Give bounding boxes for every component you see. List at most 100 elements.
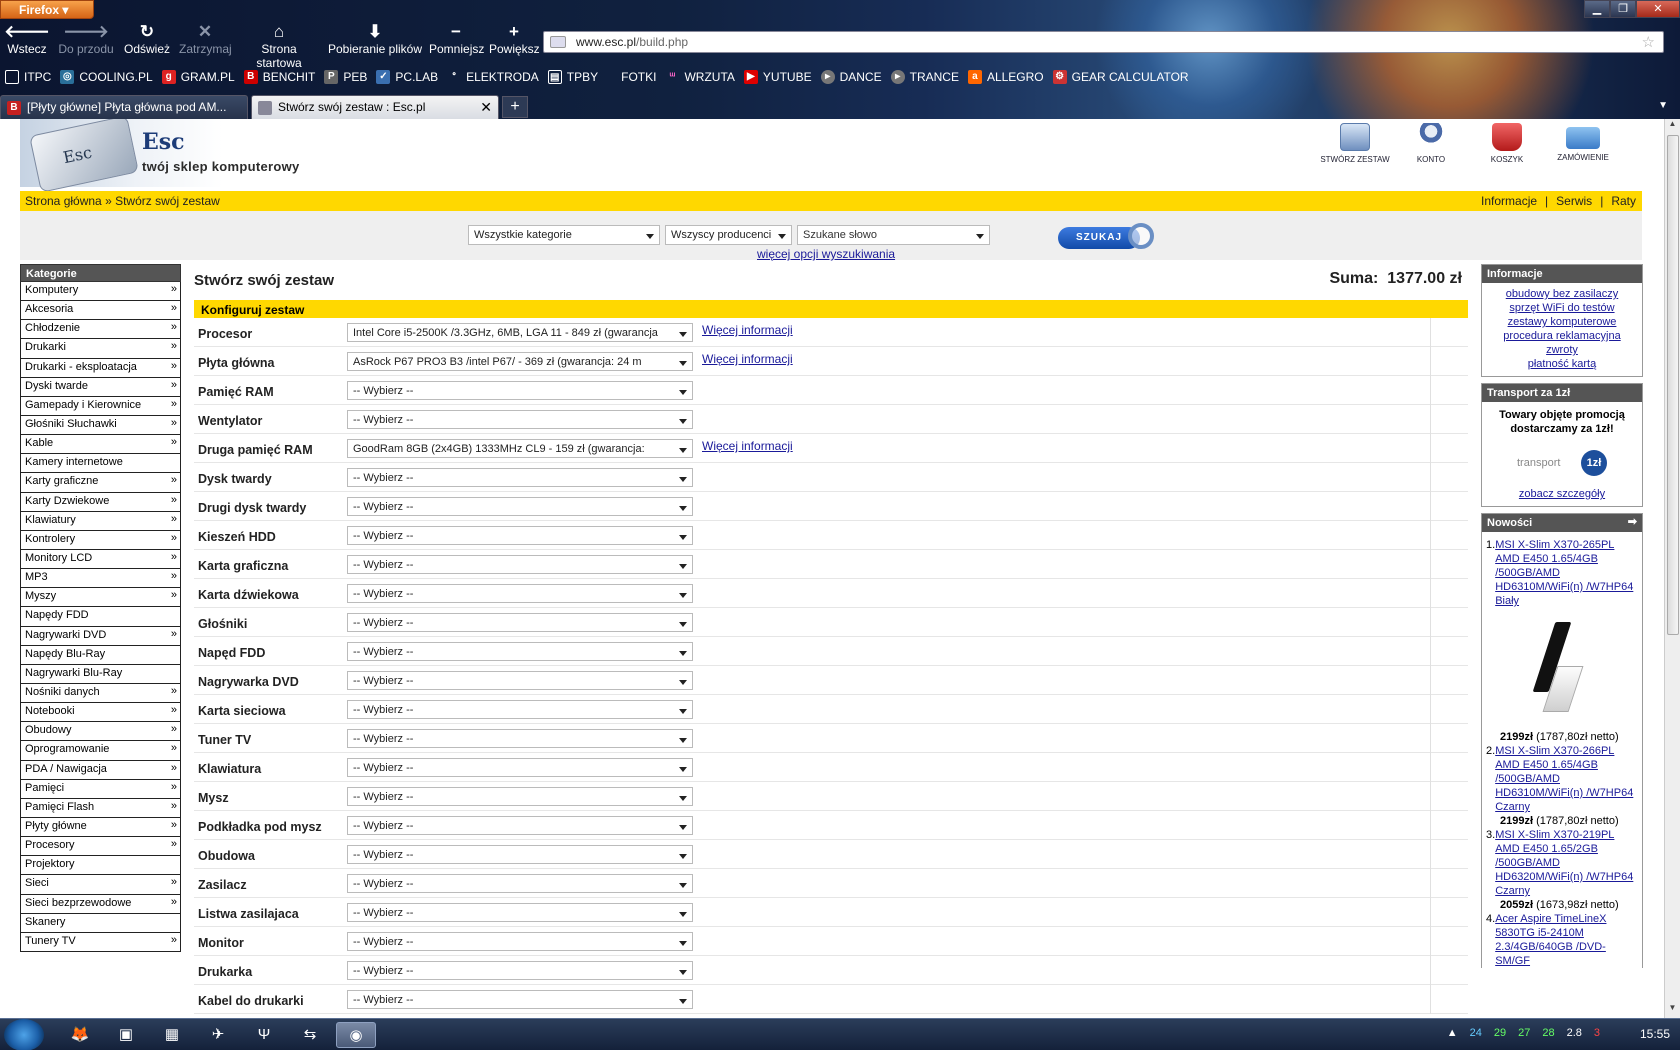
app-taskbar-icon[interactable]: Ψ — [244, 1022, 284, 1048]
component-select[interactable]: -- Wybierz -- — [347, 903, 693, 922]
sidebar-item-napedy-fdd[interactable]: Napędy FDD — [20, 607, 181, 627]
component-select[interactable]: -- Wybierz -- — [347, 410, 693, 429]
network-taskbar-icon[interactable]: ▦ — [152, 1022, 192, 1048]
sidebar-item-nagrywarki-dvd[interactable]: Nagrywarki DVD » — [20, 626, 181, 646]
news-product-link[interactable]: MSI X-Slim X370-265PL AMD E450 1.65/4GB … — [1495, 538, 1638, 608]
component-select[interactable]: GoodRam 8GB (2x4GB) 1333MHz CL9 - 159 zł… — [347, 439, 693, 458]
component-select[interactable]: -- Wybierz -- — [347, 526, 693, 545]
close-window-icon[interactable]: ✕ — [1636, 0, 1680, 18]
tool-taskbar-icon[interactable]: ✈ — [198, 1022, 238, 1048]
bookmark-wrzuta[interactable]: ᵚ WRZUTA — [665, 70, 735, 84]
sidebar-item-drukarki-eksploatacja[interactable]: Drukarki - eksploatacja » — [20, 358, 181, 378]
component-select[interactable]: -- Wybierz -- — [347, 642, 693, 661]
firefox-taskbar-icon[interactable]: 🦊 — [60, 1022, 100, 1048]
bookmark-dance[interactable]: ▸ DANCE — [820, 70, 882, 84]
bookmark-cooling[interactable]: ◎ COOLING.PL — [60, 70, 153, 84]
cart-link[interactable]: KOSZYK — [1470, 123, 1544, 164]
home-button[interactable]: ⌂ Strona startowa — [234, 22, 324, 70]
bookmark-fotki[interactable]: FOTKI — [621, 70, 656, 84]
sidebar-item-projektory[interactable]: Projektory — [20, 856, 181, 876]
sidebar-item-akcesoria[interactable]: Akcesoria » — [20, 301, 181, 321]
sidebar-item-dyski-twarde[interactable]: Dyski twarde » — [20, 377, 181, 397]
info-link-item[interactable]: zestawy komputerowe — [1484, 315, 1640, 329]
address-bar[interactable]: www.esc.pl/build.php ☆ — [543, 31, 1664, 53]
bookmark-gear-calculator[interactable]: ⚙ GEAR CALCULATOR — [1052, 70, 1189, 84]
scroll-up-icon[interactable]: ▲ — [1665, 119, 1680, 134]
sidebar-item-pamieci[interactable]: Pamięci » — [20, 779, 181, 799]
component-select[interactable]: -- Wybierz -- — [347, 845, 693, 864]
info-link[interactable]: Informacje — [1481, 194, 1537, 208]
component-select[interactable]: -- Wybierz -- — [347, 758, 693, 777]
reload-button[interactable]: ↻ Odśwież — [118, 22, 176, 60]
component-select[interactable]: -- Wybierz -- — [347, 497, 693, 516]
sidebar-item-sieci-bezprzewodowe[interactable]: Sieci bezprzewodowe » — [20, 894, 181, 914]
search-button[interactable]: SZUKAJ — [1058, 223, 1154, 249]
component-select[interactable]: -- Wybierz -- — [347, 729, 693, 748]
sidebar-item-chlodzenie[interactable]: Chłodzenie » — [20, 320, 181, 340]
esc-logo[interactable]: Esc Esc twój sklep komputerowy — [20, 119, 310, 193]
account-link[interactable]: KONTO — [1394, 123, 1468, 164]
component-select[interactable]: Intel Core i5-2500K /3.3GHz, 6MB, LGA 11… — [347, 323, 693, 342]
bookmark-allegro[interactable]: a ALLEGRO — [967, 70, 1044, 84]
zoom-out-button[interactable]: − Pomniejsz — [426, 22, 486, 60]
sidebar-item-klawiatury[interactable]: Klawiatury » — [20, 511, 181, 531]
service-link[interactable]: Serwis — [1556, 194, 1592, 208]
sidebar-item-procesory[interactable]: Procesory » — [20, 837, 181, 857]
bookmark-tpby[interactable]: ▤ TPBY — [547, 70, 598, 84]
explorer-taskbar-icon[interactable]: ▣ — [106, 1022, 146, 1048]
info-link-item[interactable]: płatność kartą — [1484, 357, 1640, 371]
page-scrollbar[interactable]: ▲ ▼ — [1664, 119, 1680, 1018]
info-link-item[interactable]: zwroty — [1484, 343, 1640, 357]
sidebar-item-komputery[interactable]: Komputery » — [20, 282, 181, 302]
firefox-menu-button[interactable]: Firefox ▾ — [0, 0, 94, 19]
sidebar-item-pda[interactable]: PDA / Nawigacja » — [20, 760, 181, 780]
bookmark-trance[interactable]: ▸ TRANCE — [890, 70, 959, 84]
category-select[interactable]: Wszystkie kategorie — [468, 225, 660, 245]
new-tab-button[interactable]: + — [502, 96, 528, 118]
bookmark-itpc[interactable]: ITPC — [5, 70, 51, 84]
sidebar-item-karty-dzwiekowe[interactable]: Karty Dzwiekowe » — [20, 492, 181, 512]
stop-button[interactable]: ✕ Zatrzymaj — [176, 22, 234, 60]
arrow-right-icon[interactable]: ➡ — [1628, 515, 1637, 528]
sidebar-item-pamieci-flash[interactable]: Pamięci Flash » — [20, 798, 181, 818]
component-select[interactable]: -- Wybierz -- — [347, 671, 693, 690]
sidebar-item-nagrywarki-bluray[interactable]: Nagrywarki Blu-Ray — [20, 664, 181, 684]
sidebar-item-mp3[interactable]: MP3 » — [20, 569, 181, 589]
info-link-item[interactable]: obudowy bez zasilaczy — [1484, 287, 1640, 301]
sidebar-item-sieci[interactable]: Sieci » — [20, 875, 181, 895]
app2-taskbar-icon[interactable]: ⇆ — [290, 1022, 330, 1048]
more-info-link[interactable]: Więcej informacji — [702, 439, 793, 453]
site-identity-icon[interactable] — [550, 36, 566, 48]
sidebar-item-obudowy[interactable]: Obudowy » — [20, 722, 181, 742]
more-info-link[interactable]: Więcej informacji — [702, 323, 793, 337]
sidebar-item-kamery[interactable]: Kamery internetowe — [20, 454, 181, 474]
laptop-thumbnail[interactable] — [1500, 616, 1638, 724]
bookmark-pclab[interactable]: ✓ PC.LAB — [376, 70, 438, 84]
component-select[interactable]: -- Wybierz -- — [347, 468, 693, 487]
more-search-options-link[interactable]: więcej opcji wyszukiwania — [757, 247, 895, 261]
sidebar-item-skanery[interactable]: Skanery — [20, 913, 181, 933]
component-select[interactable]: -- Wybierz -- — [347, 613, 693, 632]
back-button[interactable]: 🡐 Wstecz — [0, 22, 54, 60]
bookmark-peb[interactable]: P PEB — [324, 70, 367, 84]
sidebar-item-notebooki[interactable]: Notebooki » — [20, 703, 181, 723]
sidebar-item-tunery-tv[interactable]: Tunery TV » — [20, 932, 181, 952]
forward-button[interactable]: 🡒 Do przodu — [54, 22, 118, 60]
component-select[interactable]: -- Wybierz -- — [347, 874, 693, 893]
component-select[interactable]: -- Wybierz -- — [347, 381, 693, 400]
sidebar-item-kontrolery[interactable]: Kontrolery » — [20, 530, 181, 550]
sidebar-item-oprogramowanie[interactable]: Oprogramowanie » — [20, 741, 181, 761]
downloads-button[interactable]: ⬇ Pobieranie plików — [324, 22, 426, 60]
start-button[interactable] — [4, 1019, 44, 1050]
bookmark-yutube[interactable]: ▶ YUTUBE — [743, 70, 812, 84]
bookmark-benchit[interactable]: B BENCHIT — [243, 70, 315, 84]
installments-link[interactable]: Raty — [1611, 194, 1636, 208]
close-tab-icon[interactable]: ✕ — [480, 99, 492, 116]
transport-details-link[interactable]: zobacz szczegóły — [1519, 488, 1605, 500]
component-select[interactable]: -- Wybierz -- — [347, 555, 693, 574]
tab-plyty-glowne[interactable]: B [Płyty główne] Płyta główna pod AM... — [0, 95, 248, 119]
more-info-link[interactable]: Więcej informacji — [702, 352, 793, 366]
zoom-in-button[interactable]: + Powiększ — [486, 22, 542, 60]
build-set-link[interactable]: STWÓRZ ZESTAW — [1318, 123, 1392, 164]
info-link-item[interactable]: procedura reklamacyjna — [1484, 329, 1640, 343]
